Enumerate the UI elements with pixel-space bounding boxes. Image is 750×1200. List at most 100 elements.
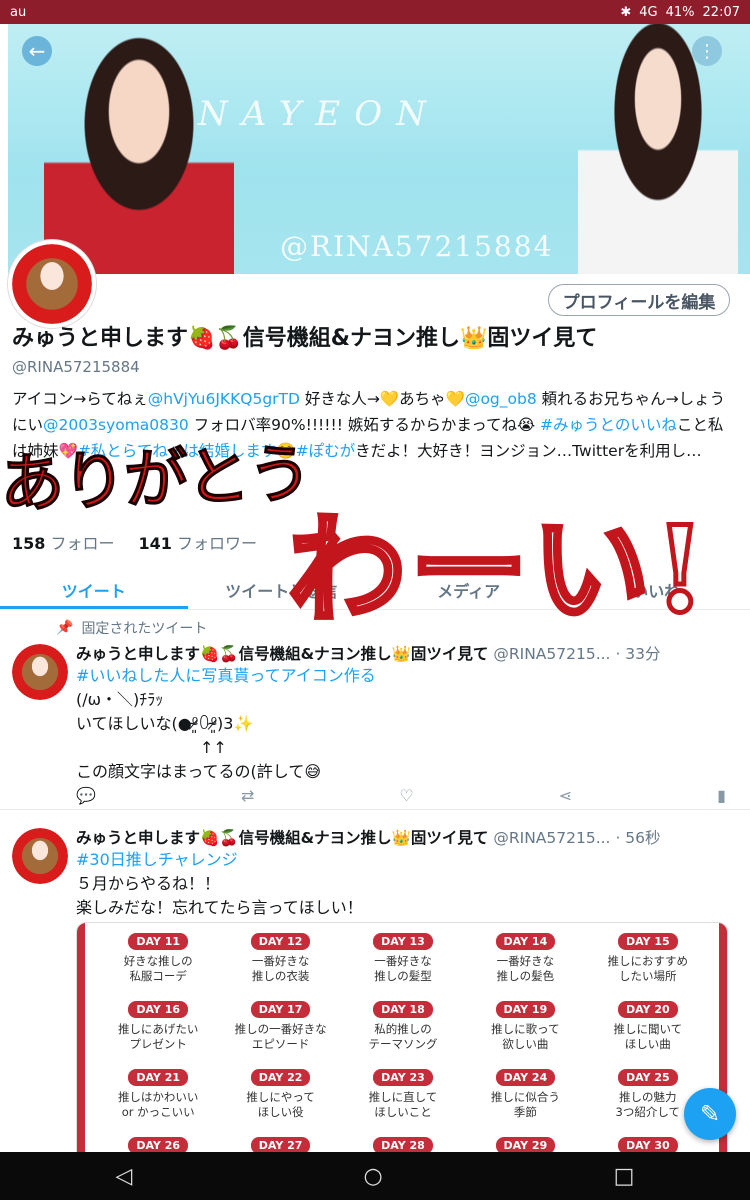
- calendar-cell-text: 一番好きな 推しの髪色: [496, 954, 555, 983]
- tweet-image-calendar[interactable]: DAY 11 好きな推しの 私服コーデ DAY 12 一番好きな 推しの衣装 DAY 1…: [76, 922, 728, 1162]
- calendar-day-badge: DAY 22: [250, 1069, 311, 1086]
- calendar-cell-text: 推しの一番好きな エピソード: [234, 1022, 327, 1051]
- calendar-cell-text: 一番好きな 推しの髪型: [374, 954, 432, 983]
- calendar-grid: DAY 11 好きな推しの 私服コーデ DAY 12 一番好きな 推しの衣装 DAY 1…: [97, 933, 709, 1161]
- tweet-hashtag[interactable]: #いいねした人に写真貰ってアイコン作る: [76, 664, 376, 688]
- calendar-cell-text: 推しに歌って 欲しい曲: [491, 1022, 560, 1051]
- back-button[interactable]: ←: [22, 36, 52, 66]
- profile-banner[interactable]: NAYEON @RINA57215884: [8, 24, 750, 274]
- tweet-actions: 💬 ⇄ ♡ ⋖ ▮: [76, 786, 726, 805]
- tweet-item[interactable]: みゅうと申します🍓🍒信号機組&ナヨン推し👑固ツイ見て @RINA57215...…: [0, 642, 750, 810]
- bio-text: アイコン→らてねぇ: [12, 390, 148, 408]
- reply-icon[interactable]: 💬: [76, 786, 96, 805]
- calendar-cell: DAY 11 好きな推しの 私服コーデ: [97, 933, 219, 995]
- bio-text: 好きな人→💛あちゃ💛: [299, 390, 465, 408]
- tweet-line: いてほしいな(●⁰̷̴͈꒨⁰̷̴͈)3✨: [76, 714, 254, 733]
- tweet-author-name[interactable]: みゅうと申します🍓🍒信号機組&ナヨン推し👑固ツイ見て: [76, 829, 488, 847]
- calendar-cell-text: 推しにおすすめ したい場所: [607, 954, 689, 983]
- calendar-cell: DAY 19 推しに歌って 欲しい曲: [464, 1001, 586, 1063]
- calendar-cell: DAY 15 推しにおすすめ したい場所: [587, 933, 709, 995]
- tweet-avatar[interactable]: [12, 828, 68, 884]
- calendar-cell: DAY 23 推しに直して ほしいこと: [342, 1069, 464, 1131]
- overlay-yay-text: わーい!: [286, 498, 710, 642]
- calendar-cell-text: 推しに似合う 季節: [490, 1090, 560, 1119]
- tweet-avatar[interactable]: [12, 644, 68, 700]
- arrow-left-icon: ←: [28, 39, 46, 63]
- calendar-day-badge: DAY 23: [373, 1069, 433, 1086]
- calendar-cell-text: 推しにやって ほしい役: [246, 1090, 315, 1119]
- calendar-cell: DAY 12 一番好きな 推しの衣装: [219, 933, 341, 995]
- tweet-author-handle[interactable]: @RINA57215...: [493, 829, 610, 847]
- calendar-day-badge: DAY 24: [495, 1069, 556, 1086]
- tweet-time: · 56秒: [615, 829, 661, 847]
- bio-mention-link[interactable]: @og_ob8: [465, 390, 537, 408]
- pinned-tweet-label: 📌 固定されたツイート: [56, 618, 207, 638]
- tweet-hashtag[interactable]: #30日推しチャレンジ: [76, 848, 363, 872]
- avatar: [12, 828, 68, 884]
- retweet-icon[interactable]: ⇄: [241, 786, 254, 805]
- following-link[interactable]: 158 フォロー: [12, 530, 115, 554]
- tweet-author-name[interactable]: みゅうと申します🍓🍒信号機組&ナヨン推し👑固ツイ見て: [76, 645, 488, 663]
- more-options-button[interactable]: ⋮: [692, 36, 722, 66]
- bio-hashtag-link[interactable]: #みゅうとのいいね: [540, 416, 677, 434]
- following-count: 158: [12, 534, 46, 553]
- edit-profile-button[interactable]: プロフィールを編集: [548, 284, 730, 316]
- followers-count: 141: [138, 534, 172, 553]
- status-right: ✱ 4G 41% 22:07: [620, 5, 740, 20]
- calendar-day-badge: DAY 15: [617, 933, 678, 950]
- calendar-day-badge: DAY 21: [128, 1069, 189, 1086]
- tab-tweets[interactable]: ツイート: [0, 568, 188, 609]
- tweet-body: #いいねした人に写真貰ってアイコン作る (/ω・＼)ﾁﾗｯ いてほしいな(●⁰̷…: [76, 664, 376, 784]
- signal-label: 4G: [639, 4, 658, 20]
- calendar-day-badge: DAY 11: [128, 933, 189, 950]
- calendar-day-badge: DAY 12: [250, 933, 311, 950]
- followers-label: フォロワー: [177, 534, 258, 553]
- calendar-cell: DAY 14 一番好きな 推しの髪色: [464, 933, 586, 995]
- calendar-cell: DAY 24 推しに似合う 季節: [464, 1069, 586, 1131]
- avatar: [12, 644, 68, 700]
- calendar-cell-text: 推しはかわいい or かっこいい: [117, 1090, 199, 1119]
- feather-plus-icon: ✎: [699, 1100, 721, 1128]
- tweet-header: みゅうと申します🍓🍒信号機組&ナヨン推し👑固ツイ見て @RINA57215...…: [76, 642, 740, 664]
- analytics-icon[interactable]: ▮: [717, 786, 726, 805]
- tweet-body: #30日推しチャレンジ ５月からやるね！！ 楽しみだな！忘れてたら言ってほしい！: [76, 848, 363, 920]
- tweet-author-handle[interactable]: @RINA57215...: [493, 645, 610, 663]
- follow-counts: 158 フォロー 141 フォロワー: [12, 530, 257, 554]
- avatar: [12, 244, 92, 324]
- clock-label: 22:07: [702, 4, 740, 20]
- bio-mention-link[interactable]: @hVjYu6JKKQ5grTD: [148, 390, 300, 408]
- nav-recents-icon[interactable]: □: [614, 1164, 635, 1189]
- pin-icon: 📌: [56, 620, 74, 636]
- compose-tweet-button[interactable]: ✎: [684, 1088, 736, 1140]
- profile-display-name: みゅうと申します🍓🍒信号機組&ナヨン推し👑固ツイ見て: [12, 326, 598, 351]
- calendar-cell: DAY 20 推しに聞いて ほしい曲: [587, 1001, 709, 1063]
- calendar-day-badge: DAY 14: [495, 933, 556, 950]
- followers-link[interactable]: 141 フォロワー: [139, 530, 258, 554]
- calendar-cell: DAY 13 一番好きな 推しの髪型: [342, 933, 464, 995]
- calendar-cell: DAY 22 推しにやって ほしい役: [219, 1069, 341, 1131]
- calendar-day-badge: DAY 25: [617, 1069, 678, 1086]
- like-icon[interactable]: ♡: [399, 786, 413, 805]
- calendar-day-badge: DAY 19: [495, 1001, 556, 1018]
- calendar-cell-text: 推しにあげたい プレゼント: [117, 1022, 199, 1051]
- calendar-cell: DAY 18 私的推しの テーマソング: [342, 1001, 464, 1063]
- calendar-cell-text: 私的推しの テーマソング: [368, 1022, 438, 1051]
- profile-avatar[interactable]: [8, 240, 96, 328]
- nav-back-icon[interactable]: ◁: [116, 1164, 133, 1189]
- more-vertical-icon: ⋮: [698, 40, 716, 62]
- following-label: フォロー: [50, 534, 115, 553]
- tweet-time: · 33分: [615, 645, 661, 663]
- calendar-day-badge: DAY 17: [250, 1001, 311, 1018]
- calendar-cell-text: 推しに直して ほしいこと: [368, 1090, 438, 1119]
- tweet-header: みゅうと申します🍓🍒信号機組&ナヨン推し👑固ツイ見て @RINA57215...…: [76, 826, 740, 848]
- nav-home-icon[interactable]: ○: [363, 1164, 382, 1189]
- share-icon[interactable]: ⋖: [559, 786, 572, 805]
- calendar-cell-text: 一番好きな 推しの衣装: [251, 954, 310, 983]
- carrier-label: au: [10, 4, 27, 20]
- banner-script-text: NAYEON: [198, 94, 440, 134]
- tweet-line: 楽しみだな！忘れてたら言ってほしい！: [76, 898, 363, 917]
- tweet-line: この顔文字はまってるの(許して😅: [76, 762, 322, 781]
- android-nav-bar: ◁ ○ □: [0, 1152, 750, 1200]
- profile-screen-name: @RINA57215884: [12, 358, 140, 376]
- tweet-line: (/ω・＼)ﾁﾗｯ: [76, 690, 164, 709]
